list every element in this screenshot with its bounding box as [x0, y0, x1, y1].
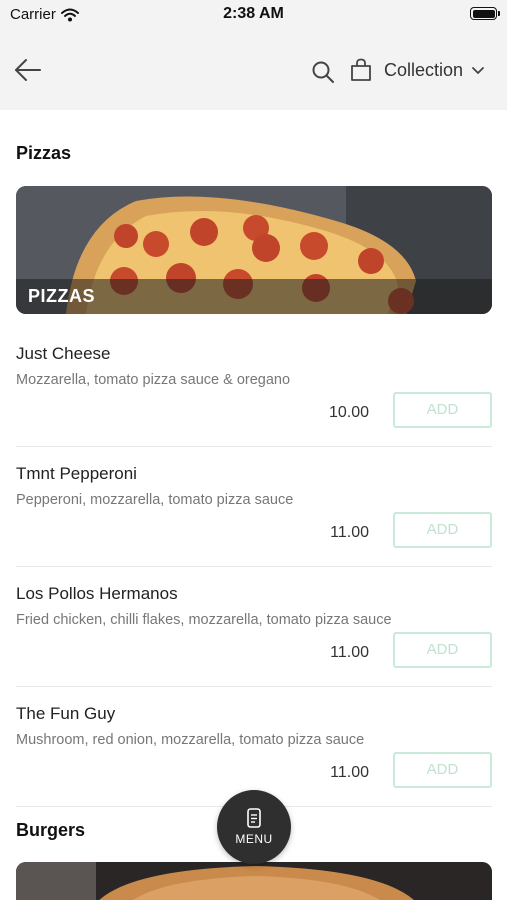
item-description: Pepperoni, mozzarella, tomato pizza sauc… [16, 492, 294, 508]
burgers-banner[interactable] [16, 862, 492, 900]
menu-fab-label: MENU [235, 832, 273, 846]
item-name: Just Cheese [16, 344, 111, 363]
item-name: Los Pollos Hermanos [16, 584, 178, 603]
item-name: Tmnt Pepperoni [16, 464, 137, 483]
section-title-burgers: Burgers [16, 820, 86, 840]
item-price: 11.00 [330, 524, 369, 541]
divider [16, 686, 492, 687]
collection-label: Collection [384, 60, 464, 80]
item-price: 11.00 [330, 764, 369, 781]
pizzas-banner[interactable]: PIZZAS [16, 186, 492, 314]
search-icon[interactable] [311, 60, 335, 84]
item-name: The Fun Guy [16, 704, 116, 723]
item-price: 11.00 [330, 644, 369, 661]
banner-label: PIZZAS [28, 286, 96, 306]
add-button[interactable]: ADD [393, 752, 492, 788]
shopping-bag-icon[interactable] [350, 58, 372, 82]
add-button[interactable]: ADD [393, 512, 492, 548]
collection-dropdown[interactable]: Collection [384, 60, 485, 81]
item-price: 10.00 [328, 404, 369, 421]
menu-card-icon [247, 808, 261, 828]
divider [16, 446, 492, 447]
item-description: Mushroom, red onion, mozzarella, tomato … [16, 732, 365, 748]
menu-fab-button[interactable]: MENU [217, 790, 291, 864]
burger-photo [16, 862, 492, 900]
item-description: Mozzarella, tomato pizza sauce & oregano [16, 372, 291, 388]
status-time: 2:38 AM [223, 5, 284, 22]
nav-bar: Collection [0, 30, 507, 110]
status-bar: Carrier 2:38 AM [0, 0, 507, 30]
chevron-down-icon [472, 66, 484, 74]
battery-icon [470, 7, 500, 20]
divider [16, 566, 492, 567]
add-button[interactable]: ADD [393, 632, 492, 668]
item-description: Fried chicken, chilli flakes, mozzarella… [16, 612, 392, 628]
arrow-left-icon[interactable] [14, 58, 42, 82]
section-title-pizzas: Pizzas [16, 143, 72, 163]
add-button[interactable]: ADD [393, 392, 492, 428]
